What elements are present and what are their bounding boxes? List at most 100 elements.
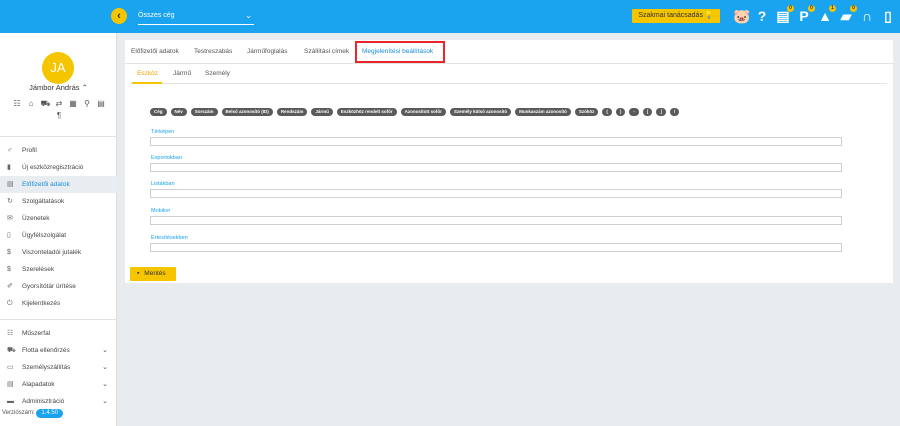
field-input-mobile[interactable] [150,216,842,225]
quick-action-icon[interactable]: ⛟ [41,99,51,108]
sidebar-item-clear-cache[interactable]: ✐ Gyorsítótár ürítése [0,278,117,295]
sidebar-item-base-data[interactable]: ▤ Alapadatok ⌄ [0,376,117,393]
divider [0,319,117,320]
devices-icon[interactable]: ▯ [880,7,896,25]
placeholder-chip[interactable]: Személy külső azonosító [449,108,512,116]
dashboard-icon: ☷ [7,330,14,337]
fleet-check-icon: ⛟ [7,347,16,354]
field-label-export: Exportokban [151,155,182,161]
placeholder-chip[interactable]: Azonosított sofőr [400,108,446,116]
field-input-export[interactable] [150,163,842,172]
field-label-lists: Listákban [151,181,175,187]
back-button[interactable]: ‹ [111,8,127,24]
sidebar-item-label: Gyorsítótár ürítése [22,283,76,290]
top-icons: 🐷? ▤ 0 P 0 ▲ 1 ▰ 0 ∩ ▯ [733,5,896,25]
sidebar-item-label: Flotta ellenőrzés [22,347,70,354]
sidebar-item-profile[interactable]: ♂ Profil [0,142,117,159]
quick-action-icon[interactable]: ⚲ [83,99,92,108]
sidebar-item-label: Alapadatok [22,381,55,388]
sidebar-item-label: Szerelések [22,266,55,273]
placeholder-chip[interactable]: Név [170,108,187,116]
subtab-device[interactable]: Eszköz [137,70,158,77]
subtab-person[interactable]: Személy [205,70,230,77]
sidebar-item-admin[interactable]: ▬ Adminisztráció ⌄ [0,393,117,410]
sidebar-item-logout[interactable]: ⏻ Kijelentkezés [0,295,117,312]
tab-vehicle-booking[interactable]: Járműfoglalás [247,48,287,55]
save-button[interactable]: ▪ Mentés [130,267,176,281]
placeholder-chip[interactable]: Munkaszám azonosító [515,108,571,116]
piggy-bank-icon[interactable]: 🐷 [733,7,750,25]
quick-action-icon[interactable]: ☷ [13,99,22,108]
bell-icon[interactable]: ▲ 1 [817,5,836,25]
active-subtab-indicator [132,82,162,84]
quick-action-icon[interactable]: ¶ [55,111,64,120]
sidebar-item-fleet-check[interactable]: ⛟ Flotta ellenőrzés ⌄ [0,342,117,359]
placeholder-chip[interactable]: Rendszám [276,108,308,116]
field-input-map[interactable] [150,137,842,146]
placeholder-chip[interactable]: ] [656,108,666,116]
sidebar-item-reseller[interactable]: $ Viszonteladói jutalék [0,244,117,261]
services-icon: ↻ [7,198,13,205]
highlight-box [355,41,445,63]
field-input-notifications[interactable] [150,243,842,252]
quick-action-icon[interactable]: ▤ [97,99,106,108]
placeholder-chip[interactable]: - [629,108,639,116]
placeholder-chip[interactable]: Eszközhöz rendelt sofőr [336,108,397,116]
admin-icon: ▬ [7,398,14,405]
quick-action-icon[interactable]: ⌂ [27,99,36,108]
sidebar-item-label: Adminisztráció [22,398,65,405]
document-icon[interactable]: ▤ 0 [775,5,794,25]
installations-icon: $ [7,266,11,273]
lightbulb-icon: 💡 [704,12,714,19]
sidebar-item-subscriber-data[interactable]: ▤ Előfizetői adatok [0,176,117,193]
messages-icon: ✉ [7,215,13,222]
chevron-down-icon: ⌄ [245,11,252,20]
avatar[interactable]: JA [42,52,74,84]
placeholder-chip[interactable]: Belső azonosító (ID) [221,108,273,116]
tab-shipping-addresses[interactable]: Szállítási címek [304,48,349,55]
headset-icon-glyph: ∩ [861,8,873,24]
sidebar-item-messages[interactable]: ✉ Üzenetek [0,210,117,227]
company-select[interactable]: Összes cég ⌄ [138,11,254,25]
subtab-vehicle[interactable]: Jármű [173,70,191,77]
notification-badge: 1 [829,5,836,12]
tab-subscriber-data[interactable]: Előfizetői adatok [131,48,179,55]
passenger-icon: ▭ [7,364,14,371]
placeholder-chip[interactable]: Jármű [311,108,333,116]
placeholder-chip[interactable]: ( [602,108,612,116]
notification-badge: 0 [808,5,815,12]
notification-badge: 0 [850,5,857,12]
subscriber-data-icon: ▤ [7,181,14,188]
quick-action-icon[interactable]: ▦ [69,99,78,108]
field-input-lists[interactable] [150,189,842,198]
sidebar-item-services[interactable]: ↻ Szolgáltatások [0,193,117,210]
placeholder-chip[interactable]: ) [615,108,626,116]
chevron-down-icon: ⌄ [102,398,108,405]
version-info: Verziószám: 1.4.50 [2,409,64,418]
sidebar-item-passenger[interactable]: ▭ Személyszállítás ⌄ [0,359,117,376]
clear-cache-icon: ✐ [7,283,13,290]
sidebar-item-new-device[interactable]: ▮ Új eszközregisztráció [0,159,117,176]
placeholder-chip[interactable]: / [669,108,680,116]
placeholder-chip[interactable]: Szóköz [574,108,599,116]
sidebar: JA Jámbor András ⌃ ☷ ⌂ ⛟ ⇄ ▦ ⚲ ▤ ¶ ♂ Profil ▮ Új e… [0,33,117,426]
placeholder-chip[interactable]: Sorszám [190,108,218,116]
placeholder-chip[interactable]: Cég [150,108,167,116]
tab-bar: Előfizetői adatok Testreszabás Járműfogl… [125,40,893,64]
username[interactable]: Jámbor András ⌃ [0,83,117,92]
headset-icon[interactable]: ∩ [859,7,875,25]
tab-customization[interactable]: Testreszabás [194,48,232,55]
devices-icon-glyph: ▯ [884,8,892,24]
parking-icon[interactable]: P0 [796,5,815,25]
sidebar-item-dashboard[interactable]: ☷ Műszerfal [0,325,117,342]
placeholder-chips: Cég Név Sorszám Belső azonosító (ID) Rendszá… [150,108,680,116]
profile-icon: ♂ [7,147,13,154]
chat-icon[interactable]: ▰ 0 [838,5,857,25]
sidebar-item-support[interactable]: ▯ Ügyfélszolgálat [0,227,117,244]
quick-action-icon[interactable]: ⇄ [55,99,64,108]
consult-button[interactable]: Szakmai tanácsadás 💡 [632,9,720,23]
placeholder-chip[interactable]: [ [642,108,653,116]
help-icon[interactable]: ? [754,7,770,25]
chevron-up-icon: ⌃ [81,83,88,92]
sidebar-item-installations[interactable]: $ Szerelések [0,261,117,278]
